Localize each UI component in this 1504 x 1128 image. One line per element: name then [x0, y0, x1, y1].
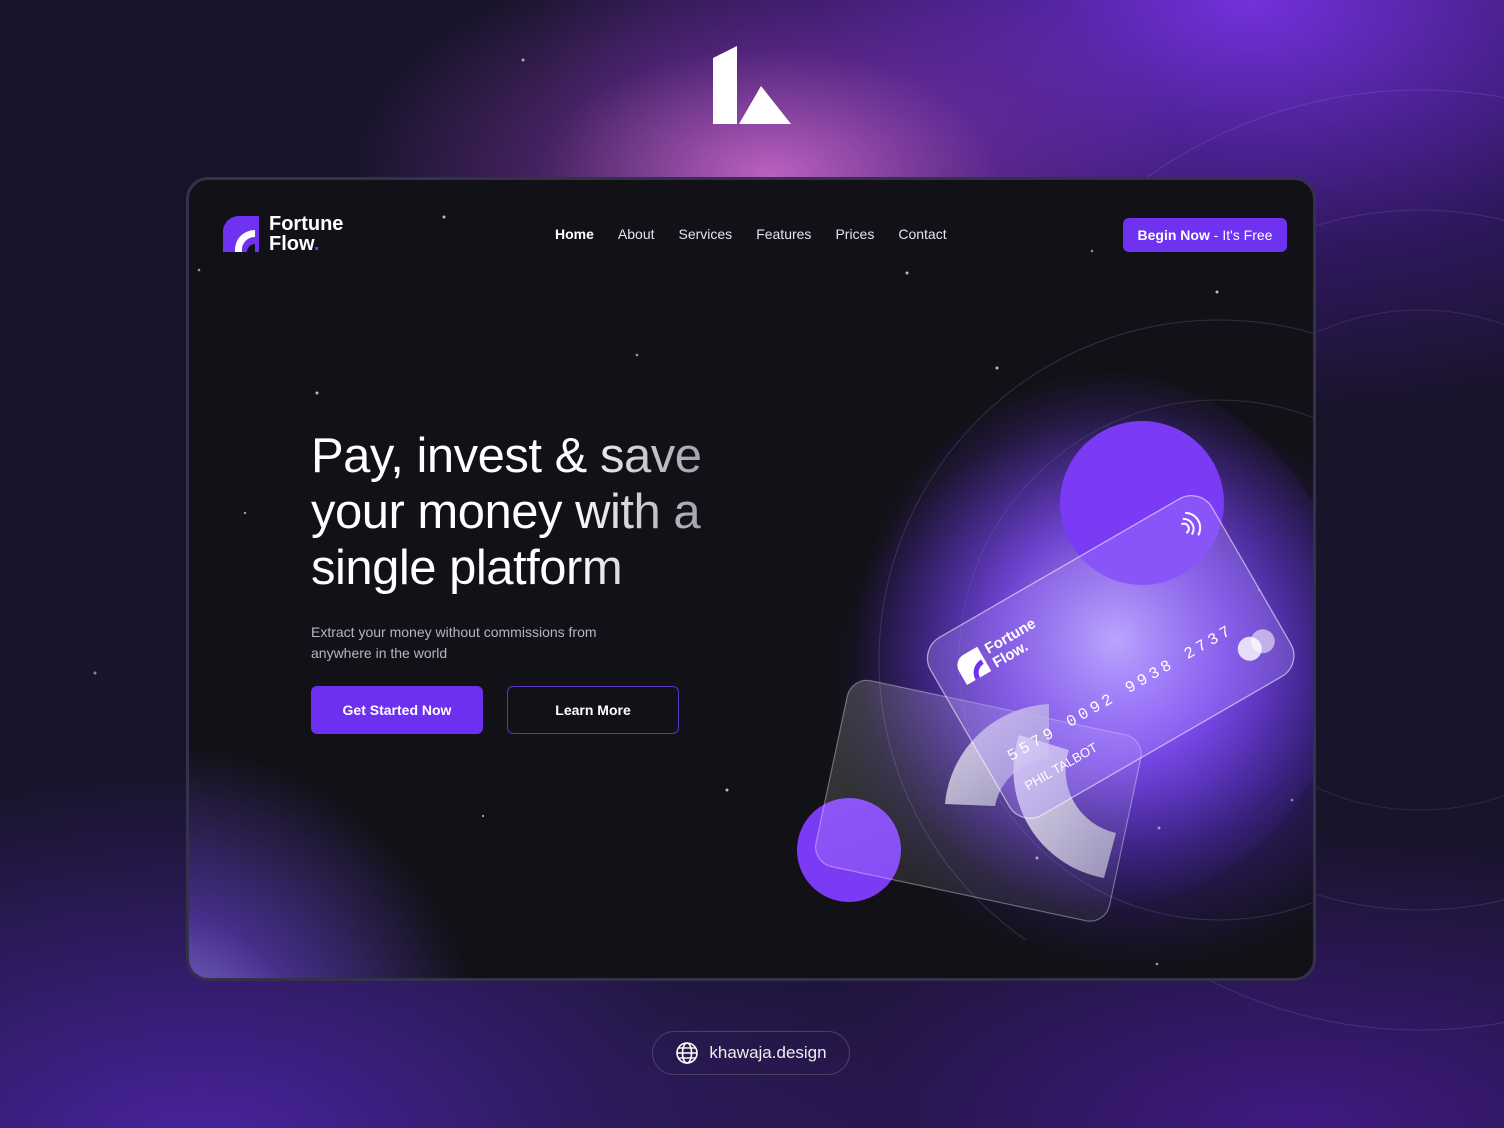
nav-features[interactable]: Features — [756, 226, 811, 242]
website-frame: Fortune Flow. Home About Services Featur… — [186, 177, 1316, 981]
nav-contact[interactable]: Contact — [898, 226, 946, 242]
nav-about[interactable]: About — [618, 226, 655, 242]
credit-card-illustration: Fortune Flow. 5579 0092 9938 2737 PHIL T… — [797, 319, 1313, 940]
logo-line1: Fortune — [269, 213, 344, 235]
nav-services[interactable]: Services — [679, 226, 733, 242]
logo-line2-text: Flow — [269, 233, 314, 255]
hero-subtitle: Extract your money without commissions f… — [311, 624, 597, 661]
hero-title: Pay, invest & save your money with a sin… — [311, 428, 781, 596]
learn-more-button[interactable]: Learn More — [507, 686, 679, 734]
nav-home[interactable]: Home — [555, 226, 594, 242]
logo-wordmark: Fortune Flow. — [269, 214, 343, 254]
site-link-pill[interactable]: khawaja.design — [652, 1031, 850, 1075]
fortune-flow-logo-icon — [223, 215, 259, 252]
main-nav: Home About Services Features Prices Cont… — [555, 226, 947, 242]
site-link-text: khawaja.design — [709, 1043, 827, 1062]
logo-dot: . — [313, 233, 320, 255]
begin-now-button[interactable]: Begin Now - It's Free — [1123, 218, 1287, 252]
fortune-flow-logo[interactable]: Fortune Flow. — [221, 214, 343, 254]
nav-prices[interactable]: Prices — [835, 226, 874, 242]
logo-line2: Flow. — [269, 234, 343, 254]
get-started-button[interactable]: Get Started Now — [311, 686, 483, 734]
begin-now-label: Begin Now — [1137, 227, 1210, 243]
globe-icon — [676, 1042, 699, 1064]
begin-now-suffix: - It's Free — [1209, 227, 1273, 243]
brand-k-logo-icon — [713, 46, 791, 124]
